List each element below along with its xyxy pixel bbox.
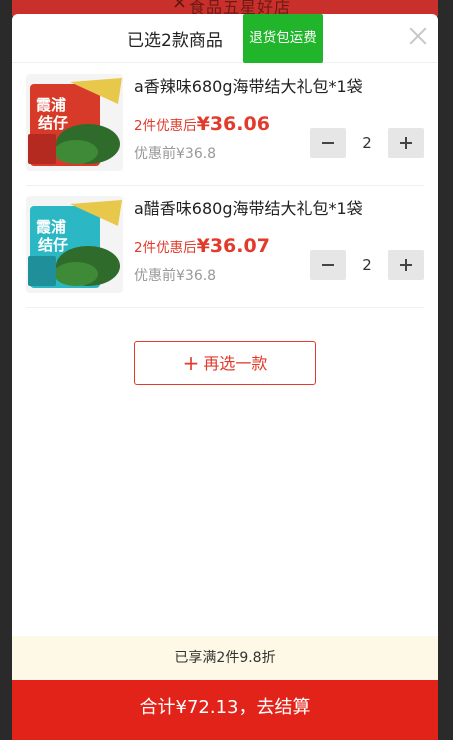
- original-price: 优惠前¥36.8: [134, 146, 217, 162]
- sheet-title: 已选2款商品: [127, 31, 223, 51]
- cart-item: 霞浦 结仔 a香辣味680g海带结大礼包*1袋 2件优惠后¥36.06 优惠前¥…: [26, 63, 424, 186]
- decrease-button[interactable]: [310, 128, 346, 158]
- price-value: ¥36.07: [196, 235, 270, 257]
- increase-button[interactable]: [388, 128, 424, 158]
- discounted-price: 2件优惠后¥36.07: [134, 235, 270, 257]
- add-another-label: 再选一款: [203, 354, 268, 373]
- price-label: 2件优惠后: [134, 240, 197, 256]
- decrease-button[interactable]: [310, 250, 346, 280]
- svg-text:结仔: 结仔: [38, 114, 68, 132]
- add-another-item-button[interactable]: + 再选一款: [134, 341, 316, 385]
- svg-text:霞浦: 霞浦: [36, 96, 66, 114]
- original-price: 优惠前¥36.8: [134, 268, 217, 284]
- sheet-header: 已选2款商品 退货包运费: [12, 14, 438, 63]
- product-thumbnail[interactable]: 霞浦 结仔: [26, 196, 123, 293]
- product-name: a醋香味680g海带结大礼包*1袋: [134, 199, 363, 218]
- price-label: 2件优惠后: [134, 118, 197, 134]
- price-value: ¥36.06: [196, 113, 270, 135]
- svg-text:结仔: 结仔: [38, 236, 68, 254]
- quantity-stepper: 2: [310, 250, 424, 280]
- product-thumbnail[interactable]: 霞浦 结仔: [26, 74, 123, 171]
- discount-notice: 已享满2件9.8折: [12, 636, 438, 680]
- return-shipping-badge: 退货包运费: [243, 14, 323, 63]
- checkout-button[interactable]: 合计¥72.13，去结算: [12, 680, 438, 740]
- product-name: a香辣味680g海带结大礼包*1袋: [134, 77, 363, 96]
- svg-text:霞浦: 霞浦: [36, 218, 66, 236]
- close-icon[interactable]: [408, 26, 428, 46]
- quantity-stepper: 2: [310, 128, 424, 158]
- discounted-price: 2件优惠后¥36.06: [134, 113, 270, 135]
- quantity-value[interactable]: 2: [346, 250, 388, 280]
- increase-button[interactable]: [388, 250, 424, 280]
- selected-items-sheet: 已选2款商品 退货包运费 霞浦 结仔 a香辣味680g海带结大礼包*1袋 2件优…: [12, 14, 438, 740]
- cart-item: 霞浦 结仔 a醋香味680g海带结大礼包*1袋 2件优惠后¥36.07 优惠前¥…: [26, 185, 424, 308]
- quantity-value[interactable]: 2: [346, 128, 388, 158]
- background-close-icon: ×: [172, 0, 189, 13]
- plus-icon: +: [182, 351, 200, 375]
